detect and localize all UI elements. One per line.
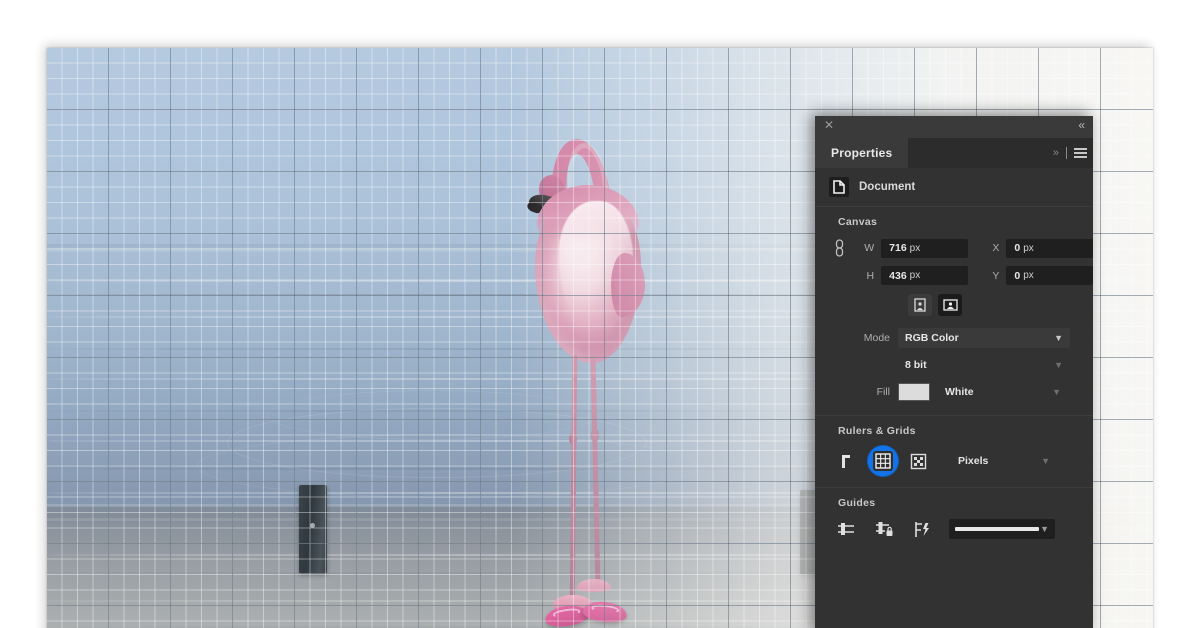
- rulers-grids-section: Rulers & Grids Pixels ▼: [815, 415, 1093, 487]
- close-icon[interactable]: ✕: [823, 119, 835, 131]
- grid-icon: [873, 451, 893, 471]
- rulers-icon[interactable]: [837, 450, 859, 472]
- pixel-grid-icon[interactable]: [907, 450, 929, 472]
- bit-depth-select[interactable]: 8 bit ▼: [898, 355, 1070, 375]
- ruler-units-select[interactable]: Pixels ▼: [951, 451, 1057, 471]
- smart-guides-icon[interactable]: [911, 518, 933, 540]
- landscape-orientation-button[interactable]: [938, 294, 962, 316]
- chevron-down-icon: ▼: [1054, 360, 1063, 370]
- app-root: ✕ « Properties » Document Canvas W 716 p…: [0, 0, 1200, 628]
- color-mode-select[interactable]: RGB Color ▼: [898, 328, 1070, 348]
- x-label: X: [992, 242, 1000, 254]
- ruler-units-value: Pixels: [958, 455, 989, 467]
- width-label: W: [864, 242, 875, 254]
- panel-tab-actions: »: [1053, 138, 1087, 168]
- canvas-hy-row: H 436 px Y 0 px: [815, 266, 1093, 285]
- fill-color-swatch[interactable]: [898, 383, 930, 401]
- height-unit: px: [909, 270, 921, 281]
- guides-title: Guides: [838, 497, 876, 509]
- rulers-grids-row: Pixels ▼: [815, 446, 1093, 476]
- height-label: H: [866, 269, 875, 282]
- overflow-chevron-icon[interactable]: »: [1053, 147, 1059, 159]
- height-value: 436: [889, 269, 907, 282]
- document-header-row: Document: [815, 168, 1093, 206]
- properties-panel[interactable]: ✕ « Properties » Document Canvas W 716 p…: [815, 116, 1093, 628]
- orientation-row: [815, 294, 1093, 316]
- tab-properties-label: Properties: [831, 146, 893, 160]
- mode-row: Mode RGB Color ▼: [815, 328, 1093, 348]
- portrait-orientation-button[interactable]: [908, 294, 932, 316]
- chevron-down-icon: ▼: [1041, 456, 1050, 466]
- depth-row: 8 bit ▼: [815, 355, 1093, 375]
- collapse-panel-icon[interactable]: «: [1078, 119, 1085, 131]
- x-value: 0: [1014, 242, 1021, 254]
- fill-value: White: [945, 386, 974, 398]
- show-guides-icon[interactable]: [835, 518, 857, 540]
- color-mode-value: RGB Color: [905, 332, 959, 344]
- guides-section: Guides ▼: [815, 487, 1093, 551]
- divider: [1066, 147, 1067, 159]
- grid-icon-selected[interactable]: [868, 446, 898, 476]
- rulers-grids-toggles: [815, 446, 929, 476]
- height-input[interactable]: 436 px: [881, 266, 968, 285]
- mode-label: Mode: [863, 332, 890, 344]
- canvas-wx-row: W 716 px X 0 px: [815, 237, 1093, 259]
- y-input[interactable]: 0 px: [1006, 266, 1093, 285]
- x-input[interactable]: 0 px: [1006, 238, 1093, 258]
- y-unit: px: [1023, 270, 1034, 281]
- chevron-down-icon: ▼: [1054, 333, 1063, 343]
- width-value: 716: [889, 242, 907, 254]
- guides-row: ▼: [815, 518, 1093, 540]
- rulers-grids-title: Rulers & Grids: [838, 425, 916, 437]
- document-page-icon: [829, 177, 849, 197]
- y-label: Y: [992, 269, 1000, 282]
- fill-select[interactable]: White ▼: [938, 382, 1068, 402]
- chevron-down-icon: ▼: [1052, 387, 1061, 397]
- canvas-section: Canvas W 716 px X 0 px H 436 px Y 0 px M…: [815, 206, 1093, 415]
- x-unit: px: [1023, 242, 1034, 254]
- canvas-section-title: Canvas: [838, 216, 878, 228]
- bit-depth-value: 8 bit: [905, 359, 927, 371]
- hamburger-menu-icon[interactable]: [1074, 148, 1087, 158]
- solid-line-swatch: [955, 527, 1039, 531]
- guides-toggles: [815, 518, 933, 540]
- panel-title-bar: ✕ «: [815, 116, 1093, 138]
- tab-properties[interactable]: Properties: [815, 138, 909, 168]
- constrain-proportions-link-icon[interactable]: [829, 237, 851, 259]
- guide-line-style-select[interactable]: ▼: [949, 519, 1055, 539]
- chevron-down-icon: ▼: [1040, 524, 1049, 534]
- width-unit: px: [909, 242, 921, 254]
- fill-label: Fill: [876, 386, 890, 398]
- panel-tab-bar: Properties »: [815, 138, 1093, 168]
- document-label: Document: [859, 181, 916, 193]
- fill-row: Fill White ▼: [815, 382, 1093, 402]
- width-input[interactable]: 716 px: [881, 238, 968, 258]
- y-value: 0: [1014, 269, 1021, 282]
- lock-guides-icon[interactable]: [873, 518, 895, 540]
